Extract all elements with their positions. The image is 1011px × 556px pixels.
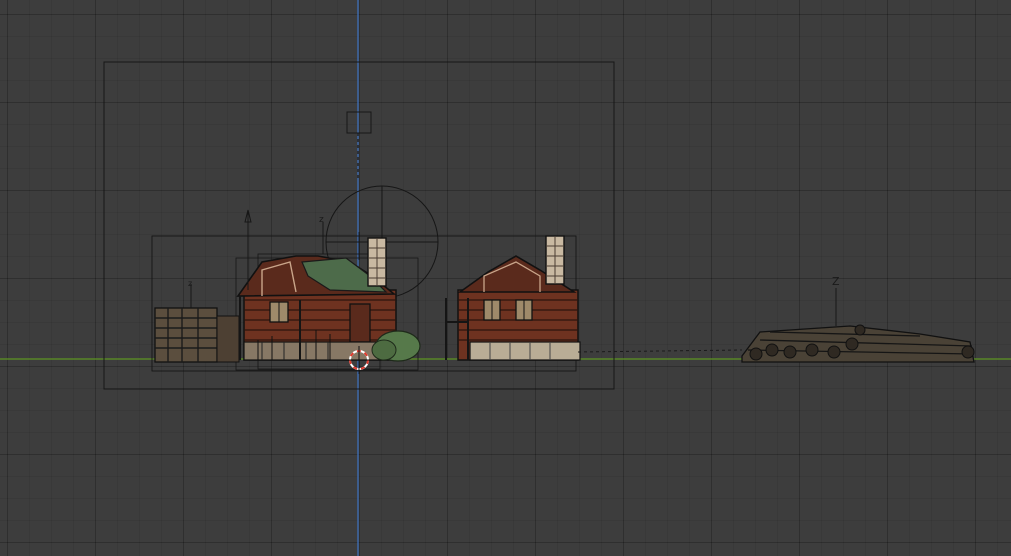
scene-canvas[interactable]: z z Z bbox=[0, 0, 1011, 556]
cabin-empty-label: z bbox=[319, 215, 324, 225]
3d-viewport[interactable]: z z Z bbox=[0, 0, 1011, 556]
log-pile[interactable]: Z bbox=[741, 275, 975, 363]
left-cabin[interactable]: z bbox=[236, 209, 397, 361]
woodstack-empty-label: z bbox=[188, 279, 192, 288]
right-cabin[interactable] bbox=[445, 235, 581, 361]
woodstack[interactable]: z bbox=[154, 279, 240, 363]
logpile-empty-label: Z bbox=[832, 275, 840, 288]
parent-relationship-line bbox=[577, 349, 743, 353]
